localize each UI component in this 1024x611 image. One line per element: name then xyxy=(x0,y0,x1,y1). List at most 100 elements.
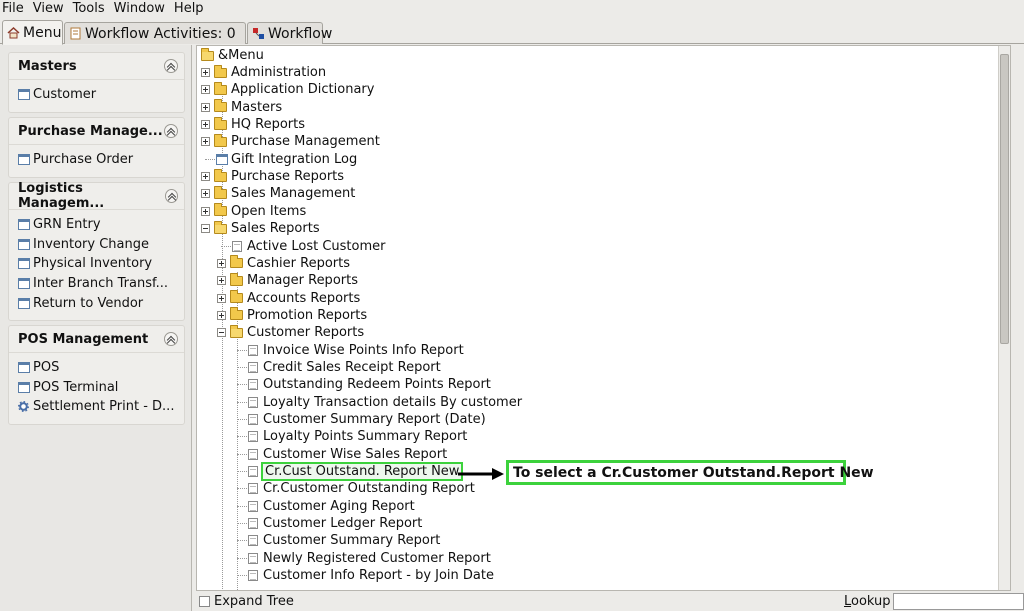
tree-node-customer-summary-report[interactable]: Customer Summary Report xyxy=(248,532,440,549)
expand-toggle-icon[interactable] xyxy=(201,102,210,112)
tree-node-label: &Menu xyxy=(218,48,264,63)
expand-toggle-icon[interactable] xyxy=(201,189,210,199)
tree-node-customer-wise-sales-report[interactable]: Customer Wise Sales Report xyxy=(248,446,447,463)
sidebar-group-header[interactable]: Purchase Manage... xyxy=(9,118,184,145)
menu-window[interactable]: Window xyxy=(111,0,171,18)
tree-node-administration[interactable]: Administration xyxy=(201,64,326,81)
sidebar-item-customer[interactable]: Customer xyxy=(9,85,184,105)
tree-node-loyalty-points-summary-report[interactable]: Loyalty Points Summary Report xyxy=(248,428,467,445)
sidebar-group-header[interactable]: Logistics Managem... xyxy=(9,181,184,211)
tree-node-open-items[interactable]: Open Items xyxy=(201,203,306,220)
sidebar-group-title: Logistics Managem... xyxy=(18,181,105,211)
window-icon xyxy=(18,238,30,250)
collapse-toggle-icon[interactable] xyxy=(217,328,226,338)
expand-toggle-icon[interactable] xyxy=(201,206,210,216)
tree-node-application-dictionary[interactable]: Application Dictionary xyxy=(201,81,374,98)
collapse-toggle-icon[interactable] xyxy=(201,224,210,234)
tree-node-active-lost-customer[interactable]: Active Lost Customer xyxy=(232,238,385,255)
tree-node-masters[interactable]: Masters xyxy=(201,99,282,116)
tree-node-label: Newly Registered Customer Report xyxy=(263,550,491,566)
expand-toggle-icon[interactable] xyxy=(217,293,226,303)
tree-node-label: Accounts Reports xyxy=(247,290,361,306)
collapse-icon[interactable] xyxy=(164,124,178,138)
tree-node-credit-sales-receipt-report[interactable]: Credit Sales Receipt Report xyxy=(248,359,441,376)
tree-node-label: Sales Reports xyxy=(231,221,320,237)
tree-connector-line xyxy=(237,488,247,490)
expand-toggle-icon[interactable] xyxy=(217,258,226,268)
collapse-icon[interactable] xyxy=(164,332,178,346)
menu-view[interactable]: View xyxy=(30,0,70,18)
sidebar-group-header[interactable]: POS Management xyxy=(9,326,184,353)
sidebar-item-pos-terminal[interactable]: POS Terminal xyxy=(9,378,184,398)
tree-node-sales-reports[interactable]: Sales Reports xyxy=(201,220,320,237)
lookup-input[interactable] xyxy=(893,593,1024,610)
expand-toggle-icon[interactable] xyxy=(217,310,226,320)
folder-open-icon xyxy=(230,324,243,338)
tree-node-gift-integration-log[interactable]: Gift Integration Log xyxy=(216,151,357,168)
tree-node-promotion-reports[interactable]: Promotion Reports xyxy=(217,307,367,324)
expand-toggle-icon[interactable] xyxy=(201,172,210,182)
tree-node-label: Administration xyxy=(231,65,327,80)
workflow-icon xyxy=(252,27,265,40)
sidebar-group-header[interactable]: Masters xyxy=(9,53,184,80)
tree-node-outstanding-redeem-points-report[interactable]: Outstanding Redeem Points Report xyxy=(248,376,491,393)
tree-node-sales-management[interactable]: Sales Management xyxy=(201,185,355,202)
report-icon xyxy=(248,414,258,425)
folder-icon xyxy=(214,203,227,217)
tree-node-cr-customer-outstanding-report[interactable]: Cr.Customer Outstanding Report xyxy=(248,480,475,497)
expand-toggle-icon[interactable] xyxy=(201,137,210,147)
tree-node-invoice-wise-points-info-report[interactable]: Invoice Wise Points Info Report xyxy=(248,342,464,359)
sidebar-item-settlement-print-d[interactable]: Settlement Print - D... xyxy=(9,397,184,417)
expand-toggle-icon[interactable] xyxy=(201,85,210,95)
tree-node-purchase-management[interactable]: Purchase Management xyxy=(201,133,380,150)
tree-scrollbar-thumb[interactable] xyxy=(1000,54,1009,344)
report-icon xyxy=(248,518,258,530)
tree-node-customer-aging-report[interactable]: Customer Aging Report xyxy=(248,498,415,515)
tree-scrollbar[interactable] xyxy=(998,46,1010,590)
tree-node-label: Credit Sales Receipt Report xyxy=(263,359,441,375)
folder-icon xyxy=(230,272,243,286)
report-icon xyxy=(248,483,258,495)
collapse-icon[interactable] xyxy=(164,59,178,73)
tab-menu[interactable]: Menu xyxy=(2,20,63,45)
tree-node-customer-reports[interactable]: Customer Reports xyxy=(217,324,364,341)
tree-root[interactable]: &Menu xyxy=(201,47,264,64)
tree-node-label: Promotion Reports xyxy=(247,307,368,323)
tree-node-customer-ledger-report[interactable]: Customer Ledger Report xyxy=(248,515,422,532)
sidebar-item-purchase-order[interactable]: Purchase Order xyxy=(9,150,184,170)
sidebar-item-physical-inventory[interactable]: Physical Inventory xyxy=(9,254,184,274)
tree-node-label: Application Dictionary xyxy=(231,82,375,98)
expand-tree-checkbox[interactable] xyxy=(199,596,210,607)
menu-bar: File View Tools Window Help xyxy=(0,0,1024,18)
tree-node-cr-cust-outstand-report-new[interactable]: Cr.Cust Outstand. Report New xyxy=(248,462,464,482)
folder-open-icon xyxy=(201,47,214,61)
folder-icon xyxy=(214,81,227,95)
sidebar-item-label: POS xyxy=(33,360,60,376)
collapse-icon[interactable] xyxy=(164,189,178,203)
sidebar-item-inter-branch-transf[interactable]: Inter Branch Transf... xyxy=(9,274,184,294)
report-icon xyxy=(248,466,258,478)
tree-node-purchase-reports[interactable]: Purchase Reports xyxy=(201,168,344,185)
sidebar-item-inventory-change[interactable]: Inventory Change xyxy=(9,235,184,255)
tab-workflow[interactable]: Workflow xyxy=(247,22,332,44)
expand-toggle-icon[interactable] xyxy=(217,276,226,286)
tree-node-loyalty-transaction-details-by-customer[interactable]: Loyalty Transaction details By customer xyxy=(248,394,522,411)
sidebar-item-return-to-vendor[interactable]: Return to Vendor xyxy=(9,293,184,313)
tree-connector-line xyxy=(237,453,247,455)
menu-tools[interactable]: Tools xyxy=(70,0,111,18)
expand-toggle-icon[interactable] xyxy=(201,120,210,130)
tree-node-manager-reports[interactable]: Manager Reports xyxy=(217,272,358,289)
tree-node-customer-info-report-by-join-date[interactable]: Customer Info Report - by Join Date xyxy=(248,567,494,584)
tab-workflow-activities[interactable]: Workflow Activities: 0 xyxy=(64,22,246,44)
sidebar-item-grn-entry[interactable]: GRN Entry xyxy=(9,215,184,235)
menu-file[interactable]: File xyxy=(0,0,30,18)
tree-node-customer-summary-report-date[interactable]: Customer Summary Report (Date) xyxy=(248,411,486,428)
expand-toggle-icon[interactable] xyxy=(201,68,210,77)
tree-node-newly-registered-customer-report[interactable]: Newly Registered Customer Report xyxy=(248,550,491,567)
menu-help[interactable]: Help xyxy=(171,0,210,18)
tree-node-hq-reports[interactable]: HQ Reports xyxy=(201,116,305,133)
sidebar-item-pos[interactable]: POS xyxy=(9,358,184,378)
tree-node-accounts-reports[interactable]: Accounts Reports xyxy=(217,290,360,307)
tree-node-label: Cr.Cust Outstand. Report New xyxy=(260,462,464,482)
tree-node-cashier-reports[interactable]: Cashier Reports xyxy=(217,255,350,272)
